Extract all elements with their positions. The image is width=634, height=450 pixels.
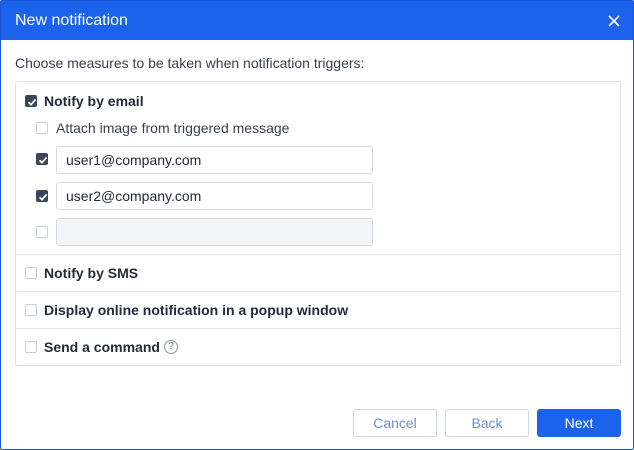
send-command-label: Send a command (44, 339, 160, 355)
sms-option-row: Notify by SMS (16, 255, 620, 292)
recipient-3-email-input[interactable] (56, 218, 373, 246)
attach-image-label: Attach image from triggered message (56, 120, 290, 136)
recipient-1-email-input[interactable] (56, 146, 373, 174)
recipient-2-checkbox[interactable] (36, 190, 48, 202)
close-icon (608, 15, 620, 27)
dialog-title: New notification (15, 12, 128, 29)
next-button[interactable]: Next (537, 409, 621, 437)
back-button[interactable]: Back (445, 409, 529, 437)
help-icon[interactable]: ? (164, 340, 178, 354)
popup-option-row: Display online notification in a popup w… (16, 292, 620, 329)
notify-email-checkbox[interactable] (25, 95, 37, 107)
email-section: Notify by email Attach image from trigge… (16, 82, 620, 255)
popup-notification-label: Display online notification in a popup w… (44, 302, 349, 318)
command-option-row: Send a command ? (16, 329, 620, 366)
notify-email-label: Notify by email (44, 93, 144, 109)
check-icon (38, 193, 48, 201)
attach-image-checkbox[interactable] (36, 122, 48, 134)
measures-panel: Notify by email Attach image from trigge… (15, 81, 621, 366)
recipient-2-email-input[interactable] (56, 182, 373, 210)
dialog-titlebar: New notification (1, 1, 633, 40)
cancel-button[interactable]: Cancel (353, 409, 437, 437)
recipient-3-checkbox[interactable] (36, 226, 48, 238)
recipient-1-checkbox[interactable] (36, 153, 48, 165)
check-icon (38, 156, 48, 164)
notify-sms-label: Notify by SMS (44, 265, 139, 281)
check-icon (27, 98, 37, 106)
notify-sms-checkbox[interactable] (25, 267, 37, 279)
close-button[interactable] (603, 10, 625, 32)
popup-notification-checkbox[interactable] (25, 304, 37, 316)
send-command-checkbox[interactable] (25, 341, 37, 353)
new-notification-dialog: New notification Choose measures to be t… (0, 0, 634, 450)
instruction-text: Choose measures to be taken when notific… (15, 55, 365, 71)
